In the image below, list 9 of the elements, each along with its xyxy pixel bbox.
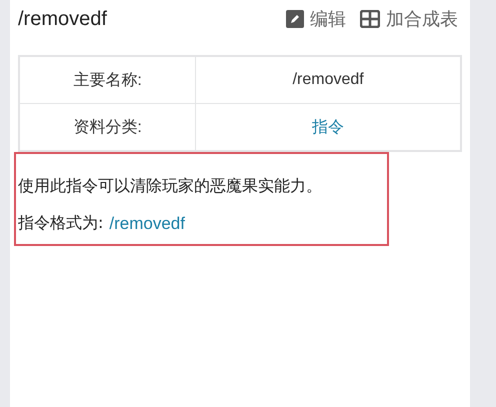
page-title: /removedf xyxy=(18,8,107,30)
pencil-icon xyxy=(286,10,304,28)
format-label: 指令格式为: xyxy=(18,213,104,234)
edit-link[interactable]: 编辑 xyxy=(286,7,346,31)
table-label: 主要名称: xyxy=(19,56,196,104)
add-table-link[interactable]: 加合成表 xyxy=(360,7,458,31)
description-text: 使用此指令可以清除玩家的恶魔果实能力。 xyxy=(18,176,323,197)
command-link[interactable]: /removedf xyxy=(109,214,185,234)
table-icon xyxy=(360,10,380,28)
